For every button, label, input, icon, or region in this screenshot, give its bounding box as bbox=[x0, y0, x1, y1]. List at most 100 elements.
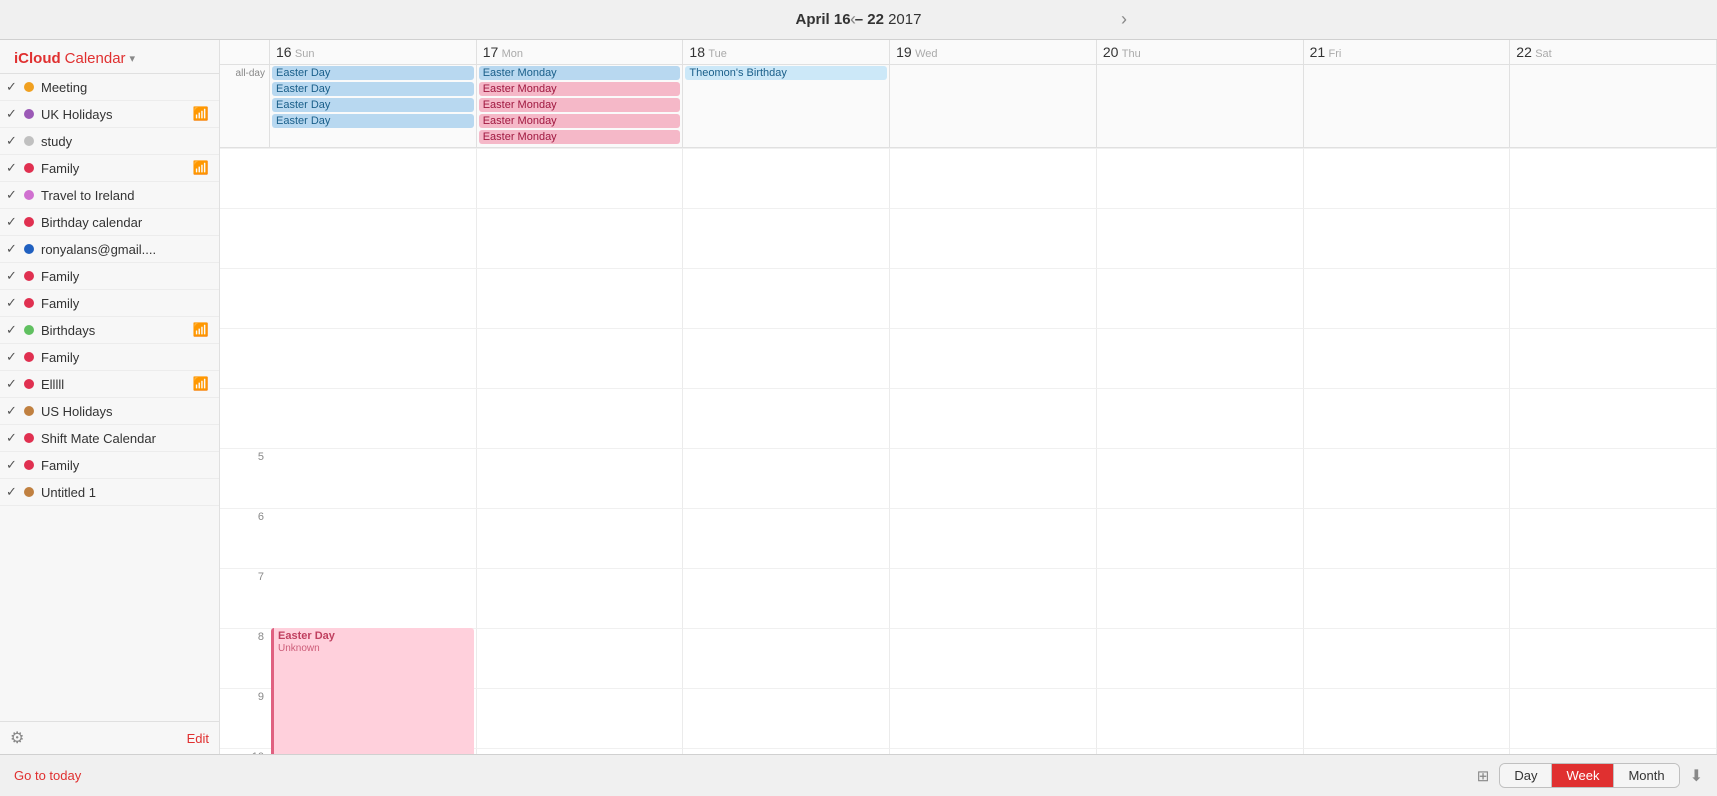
sidebar-item-family2[interactable]: ✓ Family bbox=[0, 263, 219, 290]
time-slot-d4-h3[interactable] bbox=[890, 328, 1097, 388]
allday-cell-day4[interactable] bbox=[890, 65, 1097, 147]
time-slot-d7-h10[interactable] bbox=[1510, 748, 1717, 754]
grid-view-icon[interactable]: ⊞ bbox=[1477, 767, 1490, 785]
allday-event[interactable]: Easter Day bbox=[272, 114, 474, 128]
gear-icon[interactable]: ⚙ bbox=[10, 728, 24, 748]
time-slot-d5-h0[interactable] bbox=[1097, 148, 1304, 208]
next-week-button[interactable]: › bbox=[1111, 5, 1137, 34]
time-slot-d7-h5[interactable] bbox=[1510, 448, 1717, 508]
allday-event[interactable]: Easter Monday bbox=[479, 130, 681, 144]
time-slot-d4-h7[interactable] bbox=[890, 568, 1097, 628]
allday-event[interactable]: Easter Monday bbox=[479, 114, 681, 128]
time-slot-d6-h5[interactable] bbox=[1304, 448, 1511, 508]
time-slot-d6-h1[interactable] bbox=[1304, 208, 1511, 268]
time-slot-d4-h6[interactable] bbox=[890, 508, 1097, 568]
time-slot-d5-h3[interactable] bbox=[1097, 328, 1304, 388]
chevron-down-icon[interactable]: ▾ bbox=[130, 52, 136, 65]
time-slot-d1-h4[interactable] bbox=[270, 388, 477, 448]
allday-cell-day1[interactable]: Easter DayEaster DayEaster DayEaster Day bbox=[270, 65, 477, 147]
time-slot-d1-h0[interactable] bbox=[270, 148, 477, 208]
allday-event[interactable]: Easter Day bbox=[272, 98, 474, 112]
time-slot-d7-h4[interactable] bbox=[1510, 388, 1717, 448]
time-slot-d1-h3[interactable] bbox=[270, 328, 477, 388]
sidebar-item-us-holidays[interactable]: ✓ US Holidays bbox=[0, 398, 219, 425]
time-slot-d3-h9[interactable] bbox=[683, 688, 890, 748]
view-week-button[interactable]: Week bbox=[1552, 764, 1614, 787]
time-slot-d6-h4[interactable] bbox=[1304, 388, 1511, 448]
sidebar-item-birthdays[interactable]: ✓ Birthdays 📶 bbox=[0, 317, 219, 344]
time-slot-d3-h5[interactable] bbox=[683, 448, 890, 508]
sidebar-item-travel-ireland[interactable]: ✓ Travel to Ireland bbox=[0, 182, 219, 209]
view-month-button[interactable]: Month bbox=[1614, 764, 1678, 787]
allday-event[interactable]: Easter Monday bbox=[479, 98, 681, 112]
time-slot-d5-h10[interactable] bbox=[1097, 748, 1304, 754]
sidebar-item-ronyalans[interactable]: ✓ ronyalans@gmail.... bbox=[0, 236, 219, 263]
time-slot-d5-h4[interactable] bbox=[1097, 388, 1304, 448]
time-slot-d4-h10[interactable] bbox=[890, 748, 1097, 754]
time-slot-d5-h7[interactable] bbox=[1097, 568, 1304, 628]
time-slot-d2-h5[interactable] bbox=[477, 448, 684, 508]
time-slot-d2-h0[interactable] bbox=[477, 148, 684, 208]
time-slot-d6-h9[interactable] bbox=[1304, 688, 1511, 748]
time-slot-d3-h6[interactable] bbox=[683, 508, 890, 568]
time-slot-d3-h10[interactable] bbox=[683, 748, 890, 754]
sidebar-item-family4[interactable]: ✓ Family bbox=[0, 344, 219, 371]
sidebar-item-family5[interactable]: ✓ Family bbox=[0, 452, 219, 479]
prev-week-button[interactable]: ‹ bbox=[840, 5, 866, 34]
time-slot-d1-h6[interactable] bbox=[270, 508, 477, 568]
time-slot-d6-h6[interactable] bbox=[1304, 508, 1511, 568]
time-slot-d5-h2[interactable] bbox=[1097, 268, 1304, 328]
sidebar-item-family3[interactable]: ✓ Family bbox=[0, 290, 219, 317]
time-slot-d6-h0[interactable] bbox=[1304, 148, 1511, 208]
time-slot-d1-h7[interactable] bbox=[270, 568, 477, 628]
sidebar-item-study[interactable]: ✓ study bbox=[0, 128, 219, 155]
time-slot-d5-h8[interactable] bbox=[1097, 628, 1304, 688]
sidebar-item-family1[interactable]: ✓ Family 📶 bbox=[0, 155, 219, 182]
allday-cell-day2[interactable]: Easter Monday Easter Monday Easter Monday E… bbox=[477, 65, 684, 147]
time-slot-d4-h0[interactable] bbox=[890, 148, 1097, 208]
time-slot-d4-h1[interactable] bbox=[890, 208, 1097, 268]
time-slot-d1-h2[interactable] bbox=[270, 268, 477, 328]
time-slot-d3-h3[interactable] bbox=[683, 328, 890, 388]
allday-event[interactable]: Easter Day bbox=[272, 66, 474, 80]
time-slot-d3-h8[interactable] bbox=[683, 628, 890, 688]
time-slot-d4-h5[interactable] bbox=[890, 448, 1097, 508]
time-slot-d4-h4[interactable] bbox=[890, 388, 1097, 448]
time-slot-d4-h9[interactable] bbox=[890, 688, 1097, 748]
time-slot-d7-h6[interactable] bbox=[1510, 508, 1717, 568]
time-slot-d6-h8[interactable] bbox=[1304, 628, 1511, 688]
sidebar-item-shift-mate[interactable]: ✓ Shift Mate Calendar bbox=[0, 425, 219, 452]
time-slot-d5-h5[interactable] bbox=[1097, 448, 1304, 508]
time-slot-d3-h0[interactable] bbox=[683, 148, 890, 208]
time-slot-d7-h3[interactable] bbox=[1510, 328, 1717, 388]
view-day-button[interactable]: Day bbox=[1500, 764, 1552, 787]
time-slot-d7-h8[interactable] bbox=[1510, 628, 1717, 688]
time-slot-d4-h8[interactable] bbox=[890, 628, 1097, 688]
time-slot-d7-h9[interactable] bbox=[1510, 688, 1717, 748]
time-slot-d4-h2[interactable] bbox=[890, 268, 1097, 328]
time-slot-d1-h1[interactable] bbox=[270, 208, 477, 268]
time-slot-d6-h2[interactable] bbox=[1304, 268, 1511, 328]
time-slot-d3-h4[interactable] bbox=[683, 388, 890, 448]
sidebar-item-birthday-cal[interactable]: ✓ Birthday calendar bbox=[0, 209, 219, 236]
allday-event[interactable]: Easter Monday bbox=[479, 82, 681, 96]
time-slot-d2-h9[interactable] bbox=[477, 688, 684, 748]
time-slot-d2-h6[interactable] bbox=[477, 508, 684, 568]
edit-button[interactable]: Edit bbox=[187, 731, 209, 746]
allday-event[interactable]: Theomon's Birthday bbox=[685, 66, 887, 80]
time-slot-d5-h6[interactable] bbox=[1097, 508, 1304, 568]
allday-cell-day7[interactable] bbox=[1510, 65, 1717, 147]
allday-cell-day3[interactable]: Theomon's Birthday bbox=[683, 65, 890, 147]
sidebar-item-uk-holidays[interactable]: ✓ UK Holidays 📶 bbox=[0, 101, 219, 128]
time-slot-d7-h1[interactable] bbox=[1510, 208, 1717, 268]
allday-cell-day6[interactable] bbox=[1304, 65, 1511, 147]
time-slot-d2-h1[interactable] bbox=[477, 208, 684, 268]
time-grid[interactable]: 567891011Noon1234Easter DayUnknownAddy's… bbox=[220, 148, 1717, 754]
time-slot-d7-h2[interactable] bbox=[1510, 268, 1717, 328]
time-slot-d2-h2[interactable] bbox=[477, 268, 684, 328]
time-slot-d3-h1[interactable] bbox=[683, 208, 890, 268]
time-slot-d7-h0[interactable] bbox=[1510, 148, 1717, 208]
time-slot-d2-h7[interactable] bbox=[477, 568, 684, 628]
download-icon[interactable]: ⬇ bbox=[1690, 766, 1703, 786]
allday-cell-day5[interactable] bbox=[1097, 65, 1304, 147]
